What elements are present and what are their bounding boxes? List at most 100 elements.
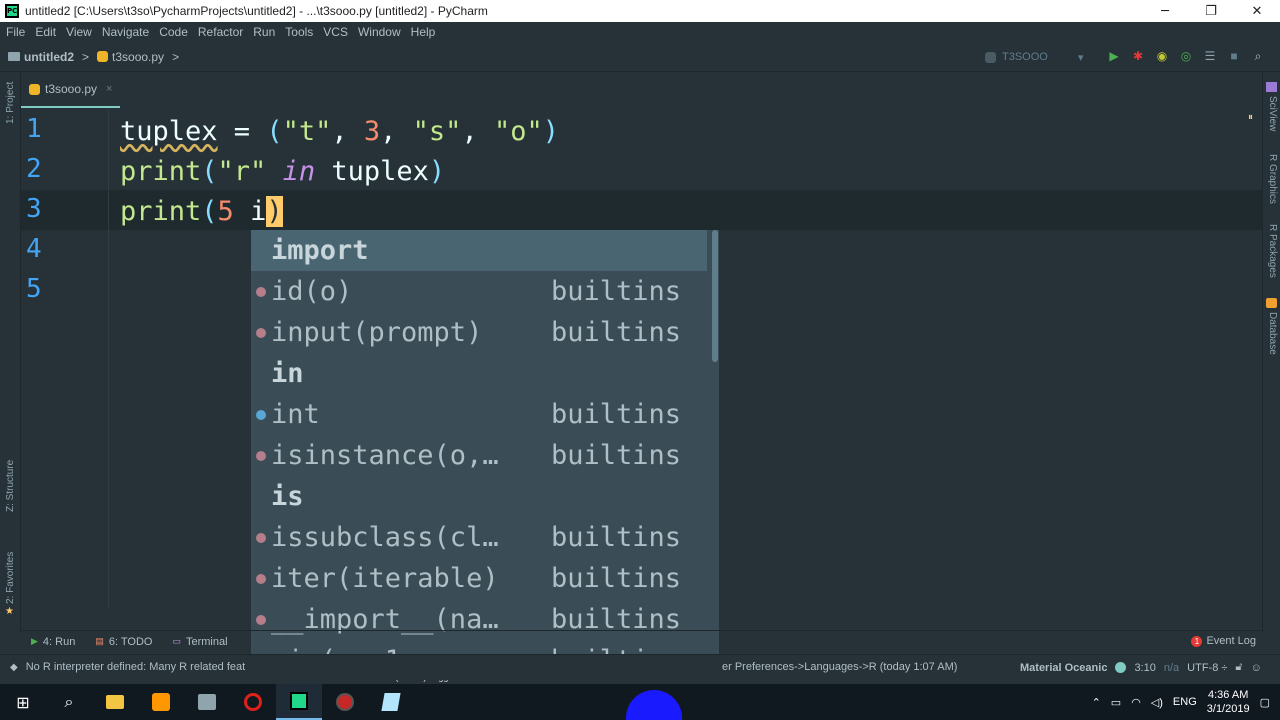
number-literal: 5 [217, 196, 234, 227]
favorites-tool-tab[interactable]: 2: Favorites [5, 552, 16, 604]
pycharm-taskbar-icon[interactable] [276, 684, 322, 720]
todo-tool-tab[interactable]: ▤ 6: TODO [85, 636, 162, 648]
python-file-icon [29, 83, 40, 95]
completion-name: iter(iterable) [271, 563, 499, 594]
todo-icon: ▤ [95, 636, 104, 646]
completion-name: is [271, 481, 304, 512]
menu-help[interactable]: Help [406, 25, 441, 39]
completion-item[interactable]: iter(iterable) builtins [251, 558, 707, 599]
file-explorer-icon[interactable] [92, 684, 138, 720]
completion-scrollbar[interactable] [712, 230, 718, 362]
breadcrumb-file[interactable]: t3sooo.py [112, 50, 164, 64]
clock[interactable]: 4:36 AM 3/1/2019 [1207, 688, 1250, 716]
completion-item[interactable]: id(o) builtins [251, 271, 707, 312]
run-config-selector[interactable]: T3SOOO ▾ [985, 47, 1100, 67]
menu-edit[interactable]: Edit [30, 25, 61, 39]
completion-item[interactable]: int builtins [251, 394, 707, 435]
run-tool-tab[interactable]: ▶ 4: Run [21, 636, 85, 648]
paren: ( [266, 116, 283, 147]
completion-source: builtins [551, 563, 682, 594]
menu-navigate[interactable]: Navigate [97, 25, 154, 39]
event-count-badge: 1 [1191, 635, 1203, 647]
structure-tool-tab[interactable]: Z: Structure [5, 460, 16, 512]
caret-position[interactable]: 3:10 [1134, 662, 1155, 674]
opera-icon[interactable] [230, 684, 276, 720]
line-separator[interactable]: n/a [1164, 662, 1179, 674]
minimize-button[interactable]: ─ [1142, 0, 1188, 22]
menu-view[interactable]: View [61, 25, 97, 39]
terminal-tool-tab[interactable]: ▭ Terminal [162, 636, 237, 648]
caret-matched-paren: ) [266, 196, 283, 227]
breadcrumb-project[interactable]: untitled2 [24, 50, 74, 64]
sciview-tool-tab[interactable]: SciView [1267, 96, 1278, 131]
database-tool-tab[interactable]: Database [1267, 312, 1278, 355]
close-button[interactable]: ✕ [1234, 0, 1280, 22]
app-icon[interactable] [184, 684, 230, 720]
r-packages-tool-tab[interactable]: R Packages [1267, 224, 1278, 278]
identifier-tuplex: tuplex [120, 116, 218, 147]
notes-icon[interactable] [368, 684, 414, 720]
function-icon [251, 327, 271, 338]
line-number: 3 [26, 194, 42, 224]
notifications-icon[interactable]: ▢ [1260, 696, 1270, 709]
volume-icon[interactable]: ◁) [1151, 696, 1163, 709]
completion-item[interactable]: is [251, 476, 707, 517]
completion-item[interactable]: issubclass(cl… builtins [251, 517, 707, 558]
search-everywhere-icon[interactable]: ⌕ [1250, 48, 1266, 64]
menu-vcs[interactable]: VCS [318, 25, 353, 39]
function-print: print [120, 196, 202, 227]
title-bar: PC untitled2 [C:\Users\t3so\PycharmProje… [0, 0, 1280, 22]
tray-expand-icon[interactable]: ⌃ [1092, 696, 1101, 709]
close-tab-icon[interactable]: × [106, 83, 112, 95]
windows-start-icon[interactable]: ⊞ [0, 684, 46, 720]
stop-icon[interactable]: ■ [1226, 48, 1242, 64]
wifi-icon[interactable]: ◠ [1131, 696, 1141, 709]
sciview-icon [1266, 82, 1277, 92]
menu-refactor[interactable]: Refactor [193, 25, 248, 39]
search-icon[interactable]: ⌕ [46, 684, 92, 720]
language-indicator[interactable]: ENG [1173, 696, 1197, 708]
paren: ( [201, 196, 218, 227]
code-line-1: tuplex = ("t", 3, "s", "o") [120, 112, 559, 152]
menu-window[interactable]: Window [353, 25, 406, 39]
window-title: untitled2 [C:\Users\t3so\PycharmProjects… [25, 4, 488, 18]
event-log-tab[interactable]: 1 Event Log [1191, 635, 1256, 647]
lock-icon[interactable]: 🔓︎ [1235, 661, 1242, 674]
completion-item[interactable]: isinstance(o,… builtins [251, 435, 707, 476]
r-graphics-tool-tab[interactable]: R Graphics [1267, 154, 1278, 204]
completion-item[interactable]: import [251, 230, 707, 271]
line-number: 2 [26, 154, 42, 184]
menu-tools[interactable]: Tools [280, 25, 318, 39]
completion-item[interactable]: in [251, 353, 707, 394]
paren: ) [428, 156, 446, 187]
keyword-in: in [282, 156, 316, 187]
concurrency-icon[interactable]: ☰ [1202, 48, 1218, 64]
line-number: 1 [26, 114, 42, 144]
menu-file[interactable]: File [0, 25, 30, 39]
completion-item[interactable]: input(prompt) builtins [251, 312, 707, 353]
completion-name: import [271, 235, 369, 266]
theme-label[interactable]: Material Oceanic [1020, 662, 1107, 674]
completion-source: builtins [551, 399, 682, 430]
file-encoding[interactable]: UTF-8 ÷ [1187, 662, 1227, 674]
debug-icon[interactable]: ✱ [1130, 48, 1146, 64]
inspector-icon[interactable]: ☺︎ [1251, 662, 1262, 674]
todo-tab-label: 6: TODO [108, 635, 153, 648]
menu-code[interactable]: Code [154, 25, 193, 39]
run-icon[interactable]: ▶ [1106, 48, 1122, 64]
line-number: 4 [26, 234, 42, 264]
completion-name: int [271, 399, 320, 430]
record-icon[interactable] [322, 684, 368, 720]
project-tool-tab[interactable]: 1: Project [5, 82, 16, 124]
string-literal: "o" [493, 116, 543, 147]
status-message[interactable]: ◆ No R interpreter defined: Many R relat… [10, 661, 245, 673]
line-number: 5 [26, 274, 42, 304]
function-print: print [120, 156, 202, 187]
menu-run[interactable]: Run [248, 25, 280, 39]
maximize-button[interactable]: ❐ [1188, 0, 1234, 22]
profile-icon[interactable]: ◎ [1178, 48, 1194, 64]
battery-icon[interactable]: ▭ [1111, 696, 1121, 709]
sublime-text-icon[interactable] [138, 684, 184, 720]
tab-t3sooo[interactable]: t3sooo.py × [21, 72, 121, 108]
coverage-icon[interactable]: ◉ [1154, 48, 1170, 64]
